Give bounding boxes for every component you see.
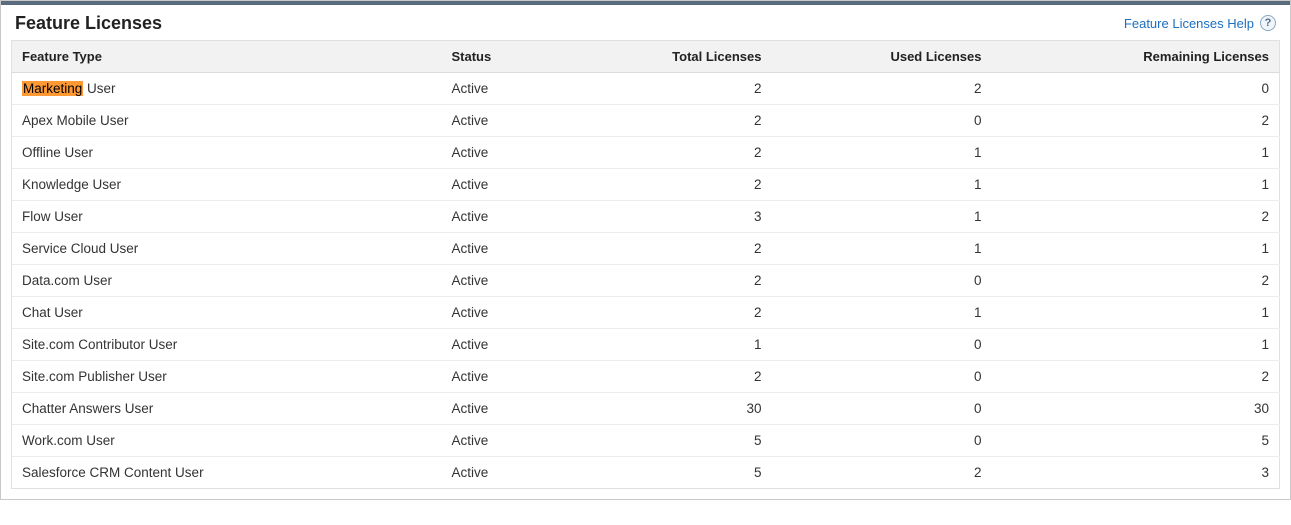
table-row: Chat UserActive211 (12, 297, 1280, 329)
cell-total-licenses: 30 (552, 393, 772, 425)
cell-used-licenses: 0 (772, 329, 992, 361)
cell-used-licenses: 1 (772, 233, 992, 265)
cell-feature-type: Chat User (12, 297, 442, 329)
cell-feature-type: Service Cloud User (12, 233, 442, 265)
cell-remaining-licenses: 5 (992, 425, 1280, 457)
table-row: Knowledge UserActive211 (12, 169, 1280, 201)
cell-used-licenses: 1 (772, 169, 992, 201)
table-row: Service Cloud UserActive211 (12, 233, 1280, 265)
cell-status: Active (442, 73, 552, 105)
cell-total-licenses: 3 (552, 201, 772, 233)
col-header-status[interactable]: Status (442, 41, 552, 73)
cell-status: Active (442, 393, 552, 425)
feature-licenses-panel: Feature Licenses Feature Licenses Help ?… (0, 0, 1291, 500)
cell-feature-type: Salesforce CRM Content User (12, 457, 442, 489)
cell-total-licenses: 2 (552, 297, 772, 329)
cell-feature-type: Marketing User (12, 73, 442, 105)
cell-status: Active (442, 169, 552, 201)
cell-used-licenses: 0 (772, 105, 992, 137)
cell-status: Active (442, 137, 552, 169)
cell-remaining-licenses: 1 (992, 169, 1280, 201)
cell-feature-type: Chatter Answers User (12, 393, 442, 425)
cell-total-licenses: 2 (552, 265, 772, 297)
cell-used-licenses: 1 (772, 201, 992, 233)
cell-total-licenses: 2 (552, 73, 772, 105)
cell-used-licenses: 0 (772, 265, 992, 297)
cell-status: Active (442, 201, 552, 233)
col-header-total[interactable]: Total Licenses (552, 41, 772, 73)
highlighted-text: Marketing (22, 81, 83, 96)
cell-status: Active (442, 105, 552, 137)
feature-licenses-table: Feature Type Status Total Licenses Used … (11, 40, 1280, 489)
cell-total-licenses: 5 (552, 457, 772, 489)
cell-used-licenses: 1 (772, 137, 992, 169)
cell-total-licenses: 2 (552, 137, 772, 169)
cell-status: Active (442, 425, 552, 457)
cell-remaining-licenses: 1 (992, 233, 1280, 265)
cell-status: Active (442, 329, 552, 361)
cell-remaining-licenses: 2 (992, 201, 1280, 233)
table-row: Apex Mobile UserActive202 (12, 105, 1280, 137)
cell-remaining-licenses: 2 (992, 105, 1280, 137)
cell-total-licenses: 5 (552, 425, 772, 457)
cell-remaining-licenses: 0 (992, 73, 1280, 105)
table-row: Offline UserActive211 (12, 137, 1280, 169)
cell-remaining-licenses: 1 (992, 297, 1280, 329)
cell-feature-type-rest: User (83, 81, 115, 96)
cell-used-licenses: 2 (772, 457, 992, 489)
table-row: Flow UserActive312 (12, 201, 1280, 233)
cell-feature-type: Offline User (12, 137, 442, 169)
col-header-feature-type[interactable]: Feature Type (12, 41, 442, 73)
table-row: Site.com Publisher UserActive202 (12, 361, 1280, 393)
table-row: Work.com UserActive505 (12, 425, 1280, 457)
col-header-remaining[interactable]: Remaining Licenses (992, 41, 1280, 73)
cell-remaining-licenses: 3 (992, 457, 1280, 489)
cell-feature-type: Data.com User (12, 265, 442, 297)
cell-feature-type: Flow User (12, 201, 442, 233)
cell-remaining-licenses: 30 (992, 393, 1280, 425)
table-row: Site.com Contributor UserActive101 (12, 329, 1280, 361)
cell-remaining-licenses: 1 (992, 329, 1280, 361)
cell-used-licenses: 2 (772, 73, 992, 105)
cell-total-licenses: 2 (552, 233, 772, 265)
cell-feature-type: Knowledge User (12, 169, 442, 201)
cell-total-licenses: 2 (552, 361, 772, 393)
cell-feature-type: Site.com Contributor User (12, 329, 442, 361)
cell-remaining-licenses: 1 (992, 137, 1280, 169)
cell-used-licenses: 0 (772, 361, 992, 393)
cell-status: Active (442, 361, 552, 393)
col-header-used[interactable]: Used Licenses (772, 41, 992, 73)
cell-status: Active (442, 297, 552, 329)
help-icon[interactable]: ? (1260, 15, 1276, 31)
cell-total-licenses: 2 (552, 169, 772, 201)
cell-feature-type: Site.com Publisher User (12, 361, 442, 393)
cell-remaining-licenses: 2 (992, 361, 1280, 393)
table-header-row: Feature Type Status Total Licenses Used … (12, 41, 1280, 73)
cell-status: Active (442, 233, 552, 265)
cell-total-licenses: 2 (552, 105, 772, 137)
table-body: Marketing UserActive220Apex Mobile UserA… (12, 73, 1280, 489)
cell-total-licenses: 1 (552, 329, 772, 361)
cell-feature-type: Work.com User (12, 425, 442, 457)
table-row: Chatter Answers UserActive30030 (12, 393, 1280, 425)
cell-status: Active (442, 265, 552, 297)
table-row: Marketing UserActive220 (12, 73, 1280, 105)
panel-header: Feature Licenses Feature Licenses Help ? (1, 5, 1290, 40)
cell-feature-type: Apex Mobile User (12, 105, 442, 137)
table-row: Data.com UserActive202 (12, 265, 1280, 297)
page-title: Feature Licenses (15, 13, 162, 34)
cell-used-licenses: 1 (772, 297, 992, 329)
cell-remaining-licenses: 2 (992, 265, 1280, 297)
cell-status: Active (442, 457, 552, 489)
table-row: Salesforce CRM Content UserActive523 (12, 457, 1280, 489)
cell-used-licenses: 0 (772, 425, 992, 457)
help-link[interactable]: Feature Licenses Help (1124, 16, 1254, 31)
table-wrap: Feature Type Status Total Licenses Used … (1, 40, 1290, 499)
cell-used-licenses: 0 (772, 393, 992, 425)
help-block: Feature Licenses Help ? (1124, 15, 1276, 31)
